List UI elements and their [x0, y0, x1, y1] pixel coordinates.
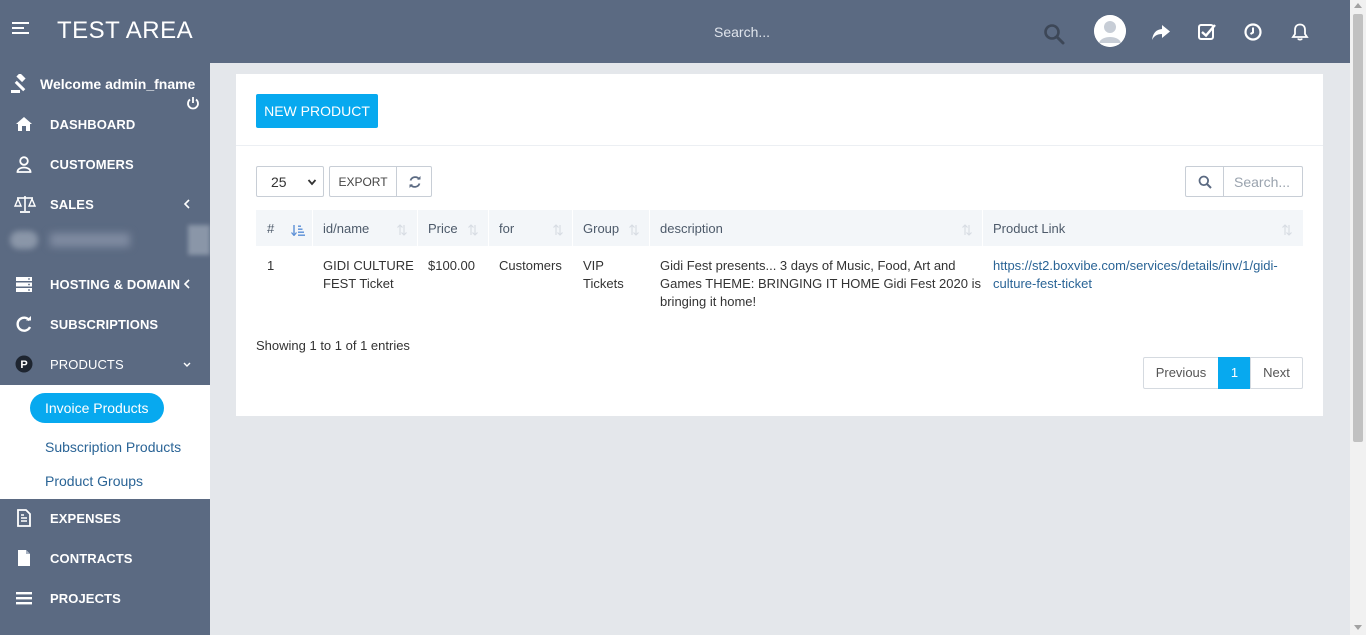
cell-description-line1: Gidi Fest presents... 3 days of Music, F…	[660, 258, 956, 273]
sidebar-item-sales[interactable]: SALES	[0, 184, 210, 224]
sidebar-item-label: DASHBOARD	[50, 117, 136, 132]
sidebar-item-label: CUSTOMERS	[50, 157, 134, 172]
cell-group-line2: Tickets	[583, 276, 624, 291]
column-header-name[interactable]: id/name	[323, 221, 369, 236]
scroll-down-arrow[interactable]	[1354, 625, 1362, 630]
menu-icon[interactable]	[12, 22, 29, 42]
products-submenu: Invoice Products Subscription Products P…	[0, 385, 210, 499]
sidebar-item-projects[interactable]: PROJECTS	[0, 578, 210, 618]
chevron-left-icon	[183, 279, 190, 289]
pagination-page-1[interactable]: 1	[1218, 357, 1251, 389]
sidebar-item-label: HOSTING & DOMAIN	[50, 277, 181, 292]
cell-name-line1: GIDI CULTURE	[323, 258, 414, 273]
scroll-thumb[interactable]	[1353, 14, 1363, 442]
submenu-product-groups[interactable]: Product Groups	[45, 473, 143, 489]
sort-both-icon[interactable]	[468, 224, 478, 236]
sidebar-item-label: SALES	[50, 197, 94, 212]
chevron-down-icon	[183, 362, 191, 367]
table-info: Showing 1 to 1 of 1 entries	[256, 338, 410, 353]
sort-both-icon[interactable]	[1282, 224, 1292, 236]
bell-icon[interactable]	[1290, 22, 1310, 42]
column-header-product-link[interactable]: Product Link	[993, 221, 1065, 236]
sidebar-item-expenses[interactable]: EXPENSES	[0, 498, 210, 538]
home-icon	[16, 117, 32, 131]
list-icon	[16, 592, 32, 605]
new-product-button[interactable]: NEW PRODUCT	[256, 94, 378, 128]
pagination-next[interactable]: Next	[1250, 357, 1303, 389]
search-icon[interactable]	[1043, 23, 1065, 45]
sidebar-item-contracts[interactable]: CONTRACTS	[0, 538, 210, 578]
export-button[interactable]: EXPORT	[329, 166, 397, 197]
product-link-line2[interactable]: culture-fest-ticket	[993, 275, 1092, 293]
refresh-icon	[409, 176, 421, 188]
cell-description-line3: bringing it home!	[660, 294, 757, 309]
page-length-value: 25	[271, 174, 287, 190]
sidebar-item-partial[interactable]	[0, 618, 210, 635]
sidebar-item-label: EXPENSES	[50, 511, 121, 526]
sidebar-item-products[interactable]: P PRODUCTS	[0, 344, 210, 384]
cell-name-line2: FEST Ticket	[323, 276, 394, 291]
sidebar-item-hosting-domain[interactable]: HOSTING & DOMAIN	[0, 264, 210, 304]
cell-price: $100.00	[428, 258, 475, 273]
sidebar-item-label: SUBSCRIPTIONS	[50, 317, 159, 332]
chevron-down-icon	[307, 179, 317, 186]
refresh-icon	[16, 316, 32, 332]
sidebar-item-label: PROJECTS	[50, 591, 121, 606]
cell-for: Customers	[499, 258, 562, 273]
welcome-text: Welcome admin_fname	[40, 76, 196, 92]
sidebar-item-label: PRODUCTS	[50, 357, 124, 372]
welcome-block: Welcome admin_fname	[0, 63, 210, 105]
sidebar: Welcome admin_fname DASHBOARD CUSTOMERS …	[0, 63, 210, 635]
sort-both-icon[interactable]	[962, 224, 972, 236]
sort-both-icon[interactable]	[397, 224, 407, 236]
clock-icon[interactable]	[1243, 22, 1263, 42]
gavel-icon	[11, 74, 26, 93]
column-header-for[interactable]: for	[499, 221, 514, 236]
sort-asc-icon[interactable]	[291, 224, 305, 236]
document-icon	[17, 509, 31, 527]
sidebar-item-label: CONTRACTS	[50, 551, 133, 566]
product-link-line1[interactable]: https://st2.boxvibe.com/services/details…	[993, 257, 1278, 275]
table-search-input[interactable]	[1223, 166, 1303, 197]
column-header-description[interactable]: description	[660, 221, 723, 236]
reload-button[interactable]	[396, 166, 432, 197]
app-title: TEST AREA	[57, 17, 194, 44]
share-icon[interactable]	[1151, 22, 1171, 42]
cell-group-line1: VIP	[583, 258, 604, 273]
submenu-subscription-products[interactable]: Subscription Products	[45, 439, 181, 455]
cell-num: 1	[267, 258, 275, 273]
column-header-price[interactable]: Price	[428, 221, 458, 236]
checkbox-icon[interactable]	[1197, 22, 1217, 42]
header-search-input[interactable]	[704, 18, 1074, 46]
scroll-up-arrow[interactable]	[1354, 3, 1362, 8]
search-icon	[1198, 175, 1212, 189]
page-scrollbar[interactable]	[1350, 0, 1366, 635]
svg-text:P: P	[20, 359, 27, 371]
p-circle-icon: P	[15, 355, 33, 373]
user-icon	[16, 156, 32, 173]
file-icon	[18, 550, 30, 566]
submenu-invoice-products[interactable]: Invoice Products	[30, 393, 164, 423]
avatar[interactable]	[1094, 15, 1126, 47]
cell-description-line2: Games THEME: BRINGING IT HOME Gidi Fest …	[660, 276, 981, 291]
sort-both-icon[interactable]	[629, 224, 639, 236]
table-header: # id/name Price for Group description Pr…	[256, 210, 1303, 246]
chevron-left-icon	[183, 199, 190, 209]
column-header-num[interactable]: #	[267, 221, 274, 236]
page-length-select[interactable]: 25	[256, 166, 324, 197]
sidebar-item-customers[interactable]: CUSTOMERS	[0, 144, 210, 184]
sidebar-item-subscriptions[interactable]: SUBSCRIPTIONS	[0, 304, 210, 344]
scale-icon	[14, 196, 36, 213]
sort-both-icon[interactable]	[553, 224, 563, 236]
pagination-previous[interactable]: Previous	[1143, 357, 1219, 389]
card-header: NEW PRODUCT	[236, 74, 1323, 146]
column-header-group[interactable]: Group	[583, 221, 619, 236]
table-search-addon	[1185, 166, 1224, 197]
server-icon	[16, 277, 32, 292]
sidebar-item-dashboard[interactable]: DASHBOARD	[0, 104, 210, 144]
top-header: TEST AREA	[0, 0, 1350, 63]
tasks-icon	[15, 629, 33, 635]
products-card: NEW PRODUCT 25 EXPORT # id/n	[236, 74, 1323, 416]
blurred-menu-item	[10, 225, 210, 255]
